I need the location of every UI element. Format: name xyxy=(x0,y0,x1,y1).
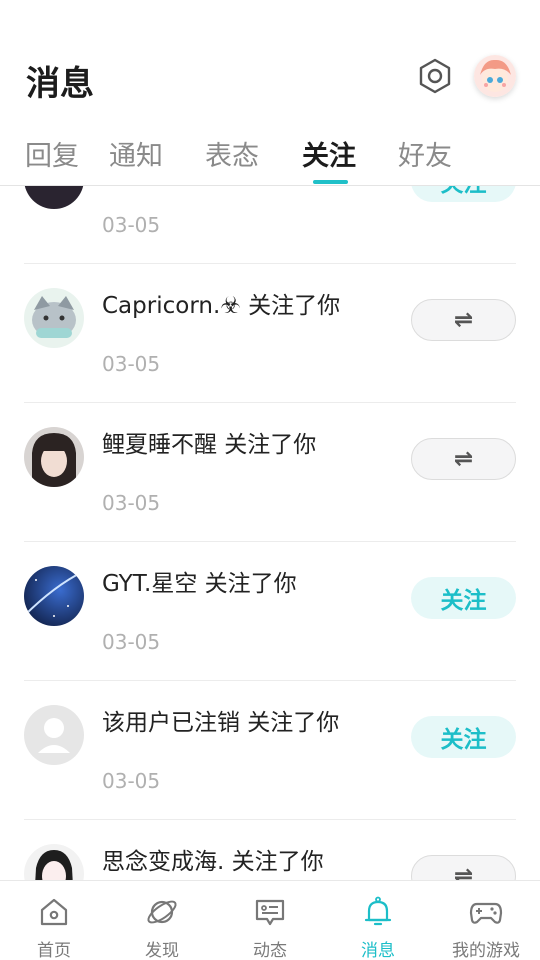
follow-button[interactable]: 关注 xyxy=(411,716,516,758)
page-title: 消息 xyxy=(26,64,94,104)
notification-text: 思念变成海. 关注了你 xyxy=(102,849,324,875)
nav-home[interactable]: 首页 xyxy=(0,881,108,960)
avatar xyxy=(24,705,84,765)
tab-bar: 回复 通知 表态 关注 好友 xyxy=(0,130,540,186)
nav-feed[interactable]: 动态 xyxy=(216,881,324,960)
nav-label: 发现 xyxy=(145,941,179,960)
nav-label: 消息 xyxy=(361,941,395,960)
list-item[interactable]: 鲤夏睡不醒 关注了你 03-05 ⇌ xyxy=(0,403,540,542)
avatar xyxy=(24,566,84,626)
tab-friends[interactable]: 好友 xyxy=(398,134,452,173)
tab-follows[interactable]: 关注 xyxy=(302,134,356,173)
avatar xyxy=(24,844,84,880)
swap-arrows-icon: ⇌ xyxy=(453,446,474,472)
notification-date: 03-05 xyxy=(102,213,161,237)
settings-button[interactable] xyxy=(415,56,455,96)
notification-date: 03-05 xyxy=(102,491,161,515)
active-tab-indicator xyxy=(313,180,348,184)
follow-button[interactable]: 关注 xyxy=(411,186,516,202)
bell-icon xyxy=(364,896,392,926)
follow-notification-list: 03-05 关注 Capricorn.☣ 关注了你 03-05 ⇌ xyxy=(0,186,540,880)
swap-arrows-icon: ⇌ xyxy=(453,863,474,880)
nav-label: 我的游戏 xyxy=(452,941,520,960)
notification-text: GYT.星空 关注了你 xyxy=(102,571,297,597)
swap-arrows-icon: ⇌ xyxy=(453,307,474,333)
chat-card-icon xyxy=(255,899,285,926)
notification-text: 该用户已注销 关注了你 xyxy=(102,710,340,736)
nav-discover[interactable]: 发现 xyxy=(108,881,216,960)
follow-button[interactable]: 关注 xyxy=(411,577,516,619)
nav-label: 动态 xyxy=(253,941,287,960)
nav-my-games[interactable]: 我的游戏 xyxy=(432,881,540,960)
bottom-navigation: 首页 发现 动态 消息 我的游戏 xyxy=(0,880,540,960)
list-item[interactable]: Capricorn.☣ 关注了你 03-05 ⇌ xyxy=(0,264,540,403)
settings-hexagon-icon xyxy=(419,58,451,94)
home-icon xyxy=(40,898,68,926)
mutual-follow-button[interactable]: ⇌ xyxy=(411,438,516,480)
user-avatar[interactable] xyxy=(474,55,516,97)
tab-reactions[interactable]: 表态 xyxy=(205,134,259,173)
notification-text: 鲤夏睡不醒 关注了你 xyxy=(102,432,317,458)
list-item[interactable]: GYT.星空 关注了你 03-05 关注 xyxy=(0,542,540,681)
notification-text: Capricorn.☣ 关注了你 xyxy=(102,293,341,319)
tab-replies[interactable]: 回复 xyxy=(25,134,79,173)
mutual-follow-button[interactable]: ⇌ xyxy=(411,299,516,341)
notification-date: 03-05 xyxy=(102,352,161,376)
tab-notifications[interactable]: 通知 xyxy=(109,134,163,173)
avatar xyxy=(24,288,84,348)
list-item[interactable]: 该用户已注销 关注了你 03-05 关注 xyxy=(0,681,540,820)
avatar xyxy=(24,427,84,487)
gamepad-icon xyxy=(469,902,503,924)
nav-messages[interactable]: 消息 xyxy=(324,881,432,960)
mutual-follow-button[interactable]: ⇌ xyxy=(411,855,516,880)
avatar xyxy=(24,186,84,209)
list-item[interactable]: 思念变成海. 关注了你 ⇌ xyxy=(0,820,540,880)
notification-date: 03-05 xyxy=(102,630,161,654)
nav-label: 首页 xyxy=(37,941,71,960)
planet-icon xyxy=(147,900,177,924)
header: 消息 xyxy=(0,0,540,130)
list-item[interactable]: 03-05 关注 xyxy=(0,186,540,264)
notification-date: 03-05 xyxy=(102,769,161,793)
